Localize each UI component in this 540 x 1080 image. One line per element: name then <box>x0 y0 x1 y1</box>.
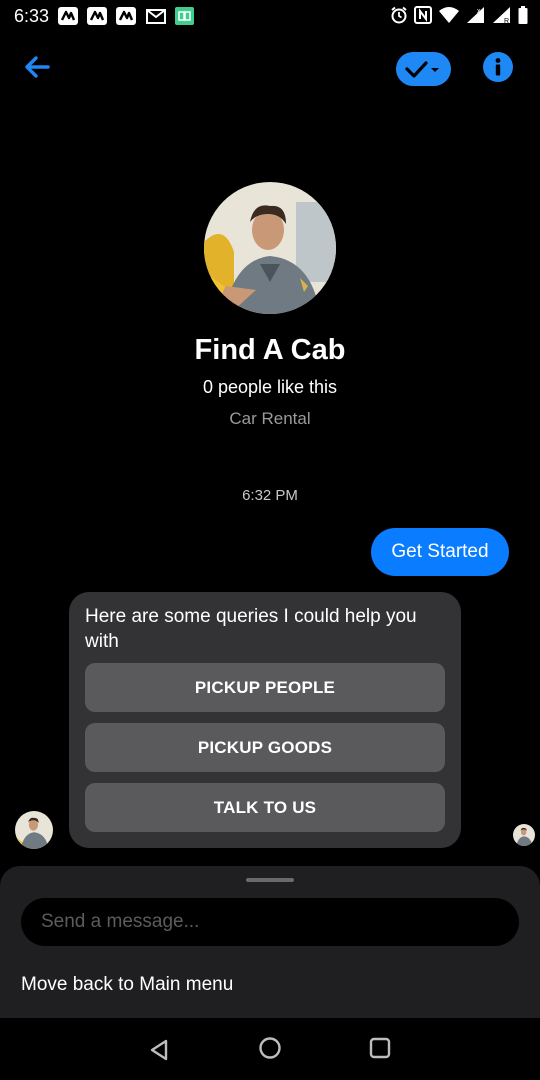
gmail-icon <box>146 9 166 29</box>
page-avatar[interactable] <box>204 182 336 314</box>
user-message-bubble[interactable]: Get Started <box>371 528 509 576</box>
sheet-drag-handle[interactable] <box>246 878 294 882</box>
driver-photo-small <box>15 811 53 849</box>
info-icon <box>495 58 501 76</box>
navigation-bar <box>0 1018 540 1080</box>
seen-indicator-avatar <box>513 824 535 846</box>
message-input[interactable] <box>21 898 519 946</box>
quick-reply-talk-to-us[interactable]: TALK TO US <box>85 783 445 832</box>
bot-avatar[interactable] <box>15 811 53 849</box>
news-icon <box>87 7 107 25</box>
news-icon <box>116 7 136 25</box>
battery-icon <box>518 5 528 29</box>
back-button[interactable] <box>20 50 54 84</box>
quick-reply-pickup-goods[interactable]: PICKUP GOODS <box>85 723 445 772</box>
signal-icon: x <box>466 6 486 29</box>
wifi-icon <box>438 6 460 29</box>
composer-sheet: Move back to Main menu <box>0 866 540 1018</box>
back-arrow-icon <box>25 56 50 78</box>
nfc-icon <box>414 5 432 29</box>
svg-text:x: x <box>477 8 481 15</box>
status-time: 6:33 <box>14 6 50 26</box>
page-category: Car Rental <box>229 409 311 428</box>
driver-photo-tiny <box>513 824 535 846</box>
info-button[interactable] <box>483 52 513 82</box>
recents-square-icon <box>369 1037 391 1059</box>
check-dropdown-icon <box>405 61 439 78</box>
page-likes: 0 people like this <box>202 377 338 397</box>
app-icon <box>175 7 194 25</box>
svg-text:R: R <box>504 18 509 24</box>
signal-icon: R <box>492 6 512 29</box>
bot-message-card: Here are some queries I could help you w… <box>69 592 461 848</box>
nav-home-button[interactable] <box>256 1034 284 1062</box>
system-icons: x R <box>390 5 528 29</box>
alarm-icon <box>390 6 408 29</box>
page-name: Find A Cab <box>194 334 346 366</box>
nav-recents-button[interactable] <box>366 1034 394 1062</box>
nav-back-button[interactable] <box>146 1036 174 1064</box>
main-menu-link[interactable]: Move back to Main menu <box>21 974 233 996</box>
message-timestamp: 6:32 PM <box>242 487 298 504</box>
driver-photo <box>204 182 336 314</box>
bot-message-text: Here are some queries I could help you w… <box>85 606 417 652</box>
quick-reply-pickup-people[interactable]: PICKUP PEOPLE <box>85 663 445 712</box>
message-filter-button[interactable] <box>396 52 451 86</box>
back-triangle-icon <box>150 1039 168 1061</box>
news-icon <box>58 7 78 25</box>
home-circle-icon <box>259 1037 281 1059</box>
status-bar: 6:33 x R <box>0 0 540 34</box>
